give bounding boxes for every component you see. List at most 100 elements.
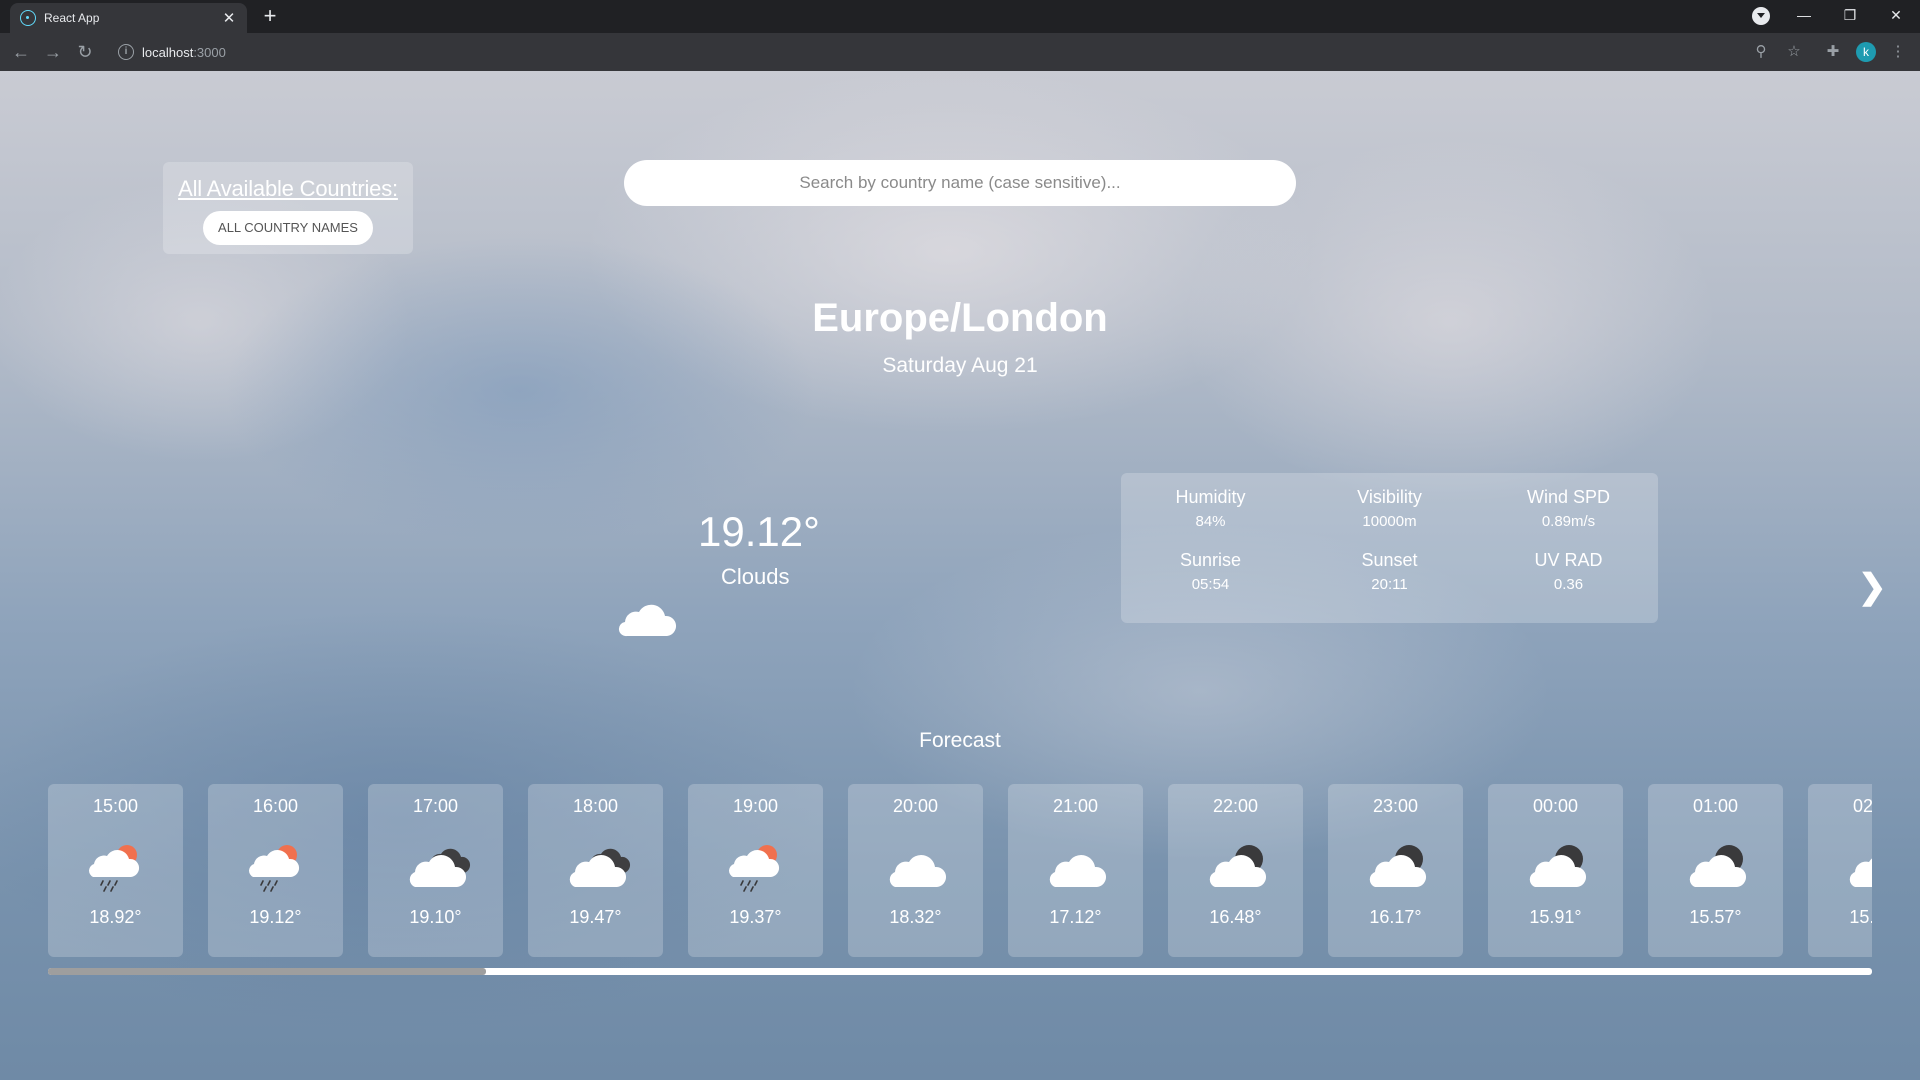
forecast-temperature: 19.37° <box>729 907 782 927</box>
url-text: localhost:3000 <box>142 45 226 60</box>
forecast-time: 15:00 <box>92 796 139 816</box>
dark-clouds-icon <box>569 848 630 887</box>
forecast-scrollbar-thumb[interactable] <box>48 968 486 975</box>
address-bar[interactable]: i localhost:3000 <box>108 37 1748 67</box>
url-port: :3000 <box>193 44 226 60</box>
forecast-card: 01:00 15.57° <box>1648 784 1783 957</box>
forecast-card: 02:00 15.26° <box>1808 784 1872 957</box>
detail-label: Sunrise <box>1179 550 1242 570</box>
browser-tab[interactable]: React App ✕ <box>10 3 247 33</box>
cloud-moon-icon <box>1529 845 1586 887</box>
reload-button[interactable]: ↻ <box>73 40 97 64</box>
detail-label: Visibility <box>1357 487 1422 507</box>
forecast-time: 20:00 <box>892 796 939 816</box>
forecast-card: 20:00 18.32° <box>848 784 983 957</box>
forecast-scrollbar[interactable] <box>48 968 1872 975</box>
forecast-card: 17:00 19.10° <box>368 784 503 957</box>
forecast-temperature: 16.17° <box>1369 907 1422 927</box>
browser-tab-bar: React App ✕ + — ❐ ✕ <box>0 0 1920 33</box>
new-tab-button[interactable]: + <box>258 5 282 29</box>
chevron-right-icon[interactable]: ❯ <box>1858 567 1887 607</box>
forecast-card: 00:00 15.91° <box>1488 784 1623 957</box>
detail-humidity: Humidity 84% <box>1121 485 1300 548</box>
detail-label: UV RAD <box>1534 550 1603 570</box>
tab-title: React App <box>44 11 100 25</box>
detail-value: 20:11 <box>1371 576 1408 593</box>
detail-wind-speed: Wind SPD 0.89m/s <box>1479 485 1658 548</box>
dark-clouds-icon <box>409 848 470 887</box>
forecast-temperature: 19.10° <box>409 907 462 927</box>
profile-dropdown-icon[interactable] <box>1752 7 1770 25</box>
forecast-time: 00:00 <box>1532 796 1579 816</box>
cloud-moon-icon <box>1209 845 1266 887</box>
location-pin-icon[interactable]: ⚲ <box>1751 42 1771 62</box>
extensions-puzzle-icon[interactable]: ✚ <box>1823 42 1843 62</box>
forecast-strip[interactable]: 15:00 18.92° 16:00 19.12° 17:00 19.10° 18:00 19… <box>48 784 1872 959</box>
tab-close-icon[interactable]: ✕ <box>221 9 237 27</box>
forecast-temperature: 15.26° <box>1849 907 1872 927</box>
forecast-temperature: 16.48° <box>1209 907 1262 927</box>
forecast-temperature: 17.12° <box>1049 907 1102 927</box>
forecast-time: 18:00 <box>572 796 619 816</box>
forecast-temperature: 18.32° <box>889 907 942 927</box>
all-country-names-button[interactable]: ALL COUNTRY NAMES <box>203 211 373 245</box>
countries-title: All Available Countries: <box>178 176 398 201</box>
minimize-button[interactable]: — <box>1782 0 1826 30</box>
site-info-icon[interactable]: i <box>118 44 134 60</box>
cloud-icon <box>618 604 677 637</box>
detail-value: 10000m <box>1362 513 1417 530</box>
page-viewport: All Available Countries: ALL COUNTRY NAM… <box>0 71 1920 1080</box>
forecast-time: 01:00 <box>1692 796 1739 816</box>
detail-visibility: Visibility 10000m <box>1300 485 1479 548</box>
country-search-input[interactable] <box>624 160 1296 206</box>
react-favicon-icon <box>20 10 36 26</box>
detail-value: 05:54 <box>1191 576 1230 593</box>
forecast-temperature: 18.92° <box>89 907 142 927</box>
detail-uv-rad: UV RAD 0.36 <box>1479 548 1658 611</box>
bookmark-star-icon[interactable]: ☆ <box>1784 42 1804 62</box>
forecast-temperature: 19.47° <box>569 907 622 927</box>
forecast-time: 17:00 <box>412 796 459 816</box>
detail-sunrise: Sunrise 05:54 <box>1121 548 1300 611</box>
current-temperature: 19.12° <box>698 508 820 555</box>
forecast-time: 02:00 <box>1852 796 1872 816</box>
cloud-icon <box>1049 854 1106 887</box>
cloud-moon-icon <box>1849 858 1872 887</box>
back-button[interactable]: ← <box>9 40 33 64</box>
current-weather: 19.12° Clouds <box>615 508 945 637</box>
detail-value: 0.36 <box>1553 576 1584 593</box>
countries-panel: All Available Countries: ALL COUNTRY NAM… <box>163 162 413 254</box>
forecast-card: 23:00 16.17° <box>1328 784 1463 957</box>
city-title: Europe/London <box>812 296 1108 340</box>
forecast-time: 22:00 <box>1212 796 1259 816</box>
detail-label: Wind SPD <box>1526 487 1611 507</box>
restore-button[interactable]: ❐ <box>1828 0 1872 30</box>
url-host: localhost <box>142 44 194 60</box>
weather-details-panel: Humidity 84% Visibility 10000m Wind SPD … <box>1121 473 1658 623</box>
forecast-time: 16:00 <box>252 796 299 816</box>
rain-sun-icon <box>728 845 779 892</box>
forecast-time: 19:00 <box>732 796 779 816</box>
detail-value: 84% <box>1195 513 1226 530</box>
rain-sun-icon <box>248 845 299 892</box>
forecast-card: 18:00 19.47° <box>528 784 663 957</box>
cloud-moon-icon <box>1689 845 1746 887</box>
forecast-card: 22:00 16.48° <box>1168 784 1303 957</box>
cloud-moon-icon <box>1369 845 1426 887</box>
forecast-temperature: 19.12° <box>249 907 302 927</box>
forecast-card: 16:00 19.12° <box>208 784 343 957</box>
rain-sun-icon <box>88 845 139 892</box>
forecast-title: Forecast <box>919 729 1001 752</box>
detail-value: 0.89m/s <box>1541 513 1596 530</box>
profile-avatar[interactable]: k <box>1856 42 1876 62</box>
date-label: Saturday Aug 21 <box>882 354 1038 377</box>
forecast-card: 15:00 18.92° <box>48 784 183 957</box>
browser-toolbar: ← → ↻ i localhost:3000 ⚲ ☆ ✚ k ⋮ <box>0 33 1920 71</box>
forecast-card: 19:00 19.37° <box>688 784 823 957</box>
forecast-time: 21:00 <box>1052 796 1099 816</box>
forecast-temperature: 15.91° <box>1529 907 1582 927</box>
close-window-button[interactable]: ✕ <box>1874 0 1918 30</box>
forward-button[interactable]: → <box>41 40 65 64</box>
forecast-temperature: 15.57° <box>1689 907 1742 927</box>
browser-menu-icon[interactable]: ⋮ <box>1888 42 1908 62</box>
